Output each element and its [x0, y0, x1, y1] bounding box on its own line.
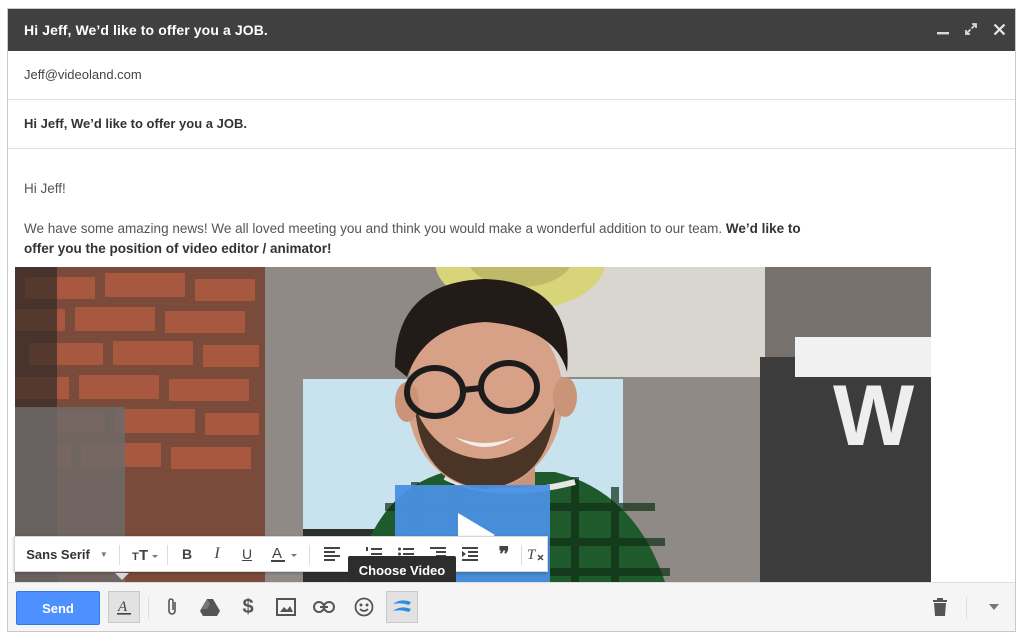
expand-icon[interactable]: [960, 18, 982, 40]
svg-text:W: W: [833, 368, 915, 464]
emoji-icon[interactable]: [348, 591, 380, 623]
video-icon[interactable]: [386, 591, 418, 623]
svg-text:T: T: [132, 551, 139, 562]
font-select-label: Sans Serif: [26, 546, 90, 562]
toolbar-caret: [115, 573, 129, 580]
paragraph-text: We have some amazing news! We all loved …: [24, 221, 723, 236]
message-paragraph[interactable]: We have some amazing news! We all loved …: [24, 219, 824, 259]
remove-formatting-icon[interactable]: T: [525, 537, 547, 571]
send-button[interactable]: Send: [16, 591, 100, 625]
svg-text:A: A: [272, 545, 282, 562]
compose-bottom-toolbar: Send A $: [8, 582, 1015, 631]
italic-icon[interactable]: I: [203, 537, 231, 571]
drive-icon[interactable]: [194, 591, 226, 623]
formatting-icon[interactable]: A: [108, 591, 140, 623]
choose-video-tooltip: Choose Video: [348, 556, 456, 590]
text-color-icon[interactable]: A: [265, 537, 305, 571]
video-frame-image: W: [15, 267, 931, 582]
text-size-icon[interactable]: TT: [125, 537, 165, 571]
bold-icon[interactable]: B: [173, 537, 201, 571]
recipient-address: Jeff@videoland.com: [24, 67, 142, 82]
svg-text:A: A: [117, 599, 128, 615]
compose-window: Hi Jeff, We’d like to offer you a JOB. J…: [7, 8, 1016, 632]
indent-more-icon[interactable]: [455, 537, 485, 571]
svg-text:T: T: [139, 547, 148, 562]
compose-title-bar[interactable]: Hi Jeff, We’d like to offer you a JOB.: [8, 9, 1015, 51]
subject-text: Hi Jeff, We’d like to offer you a JOB.: [24, 116, 247, 131]
window-title: Hi Jeff, We’d like to offer you a JOB.: [24, 22, 268, 38]
svg-text:T: T: [527, 547, 537, 562]
font-select[interactable]: Sans Serif ▼: [21, 537, 113, 571]
trash-icon[interactable]: [924, 591, 956, 623]
quote-icon[interactable]: ❞: [489, 537, 519, 571]
video-thumbnail[interactable]: W: [15, 267, 931, 582]
minimize-icon[interactable]: [932, 18, 954, 40]
underline-icon[interactable]: U: [233, 537, 261, 571]
to-field[interactable]: Jeff@videoland.com: [8, 51, 1015, 100]
subject-field[interactable]: Hi Jeff, We’d like to offer you a JOB.: [8, 100, 1015, 149]
photo-icon[interactable]: [270, 591, 302, 623]
more-options-icon[interactable]: [978, 591, 1010, 623]
greeting-line[interactable]: Hi Jeff!: [24, 179, 66, 199]
money-icon[interactable]: $: [232, 591, 264, 623]
chevron-down-icon: ▼: [99, 549, 108, 559]
close-icon[interactable]: [988, 18, 1010, 40]
align-icon[interactable]: [317, 537, 347, 571]
link-icon[interactable]: [308, 591, 340, 623]
attach-icon[interactable]: [156, 591, 188, 623]
formatting-toolbar: Sans Serif ▼ TT B I U A ❞ T: [14, 536, 548, 572]
